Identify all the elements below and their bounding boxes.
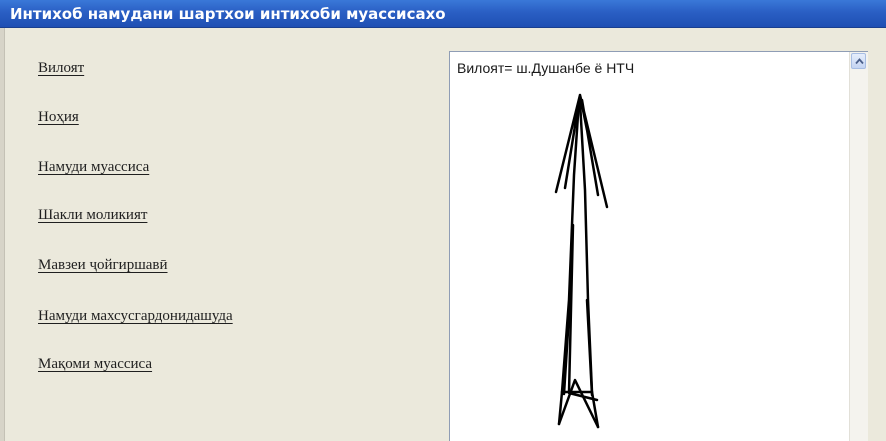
selection-dialog: Интихоб намудани шартхои интихоби муасси… xyxy=(0,0,886,441)
hand-drawn-arrow-icon xyxy=(554,93,609,429)
